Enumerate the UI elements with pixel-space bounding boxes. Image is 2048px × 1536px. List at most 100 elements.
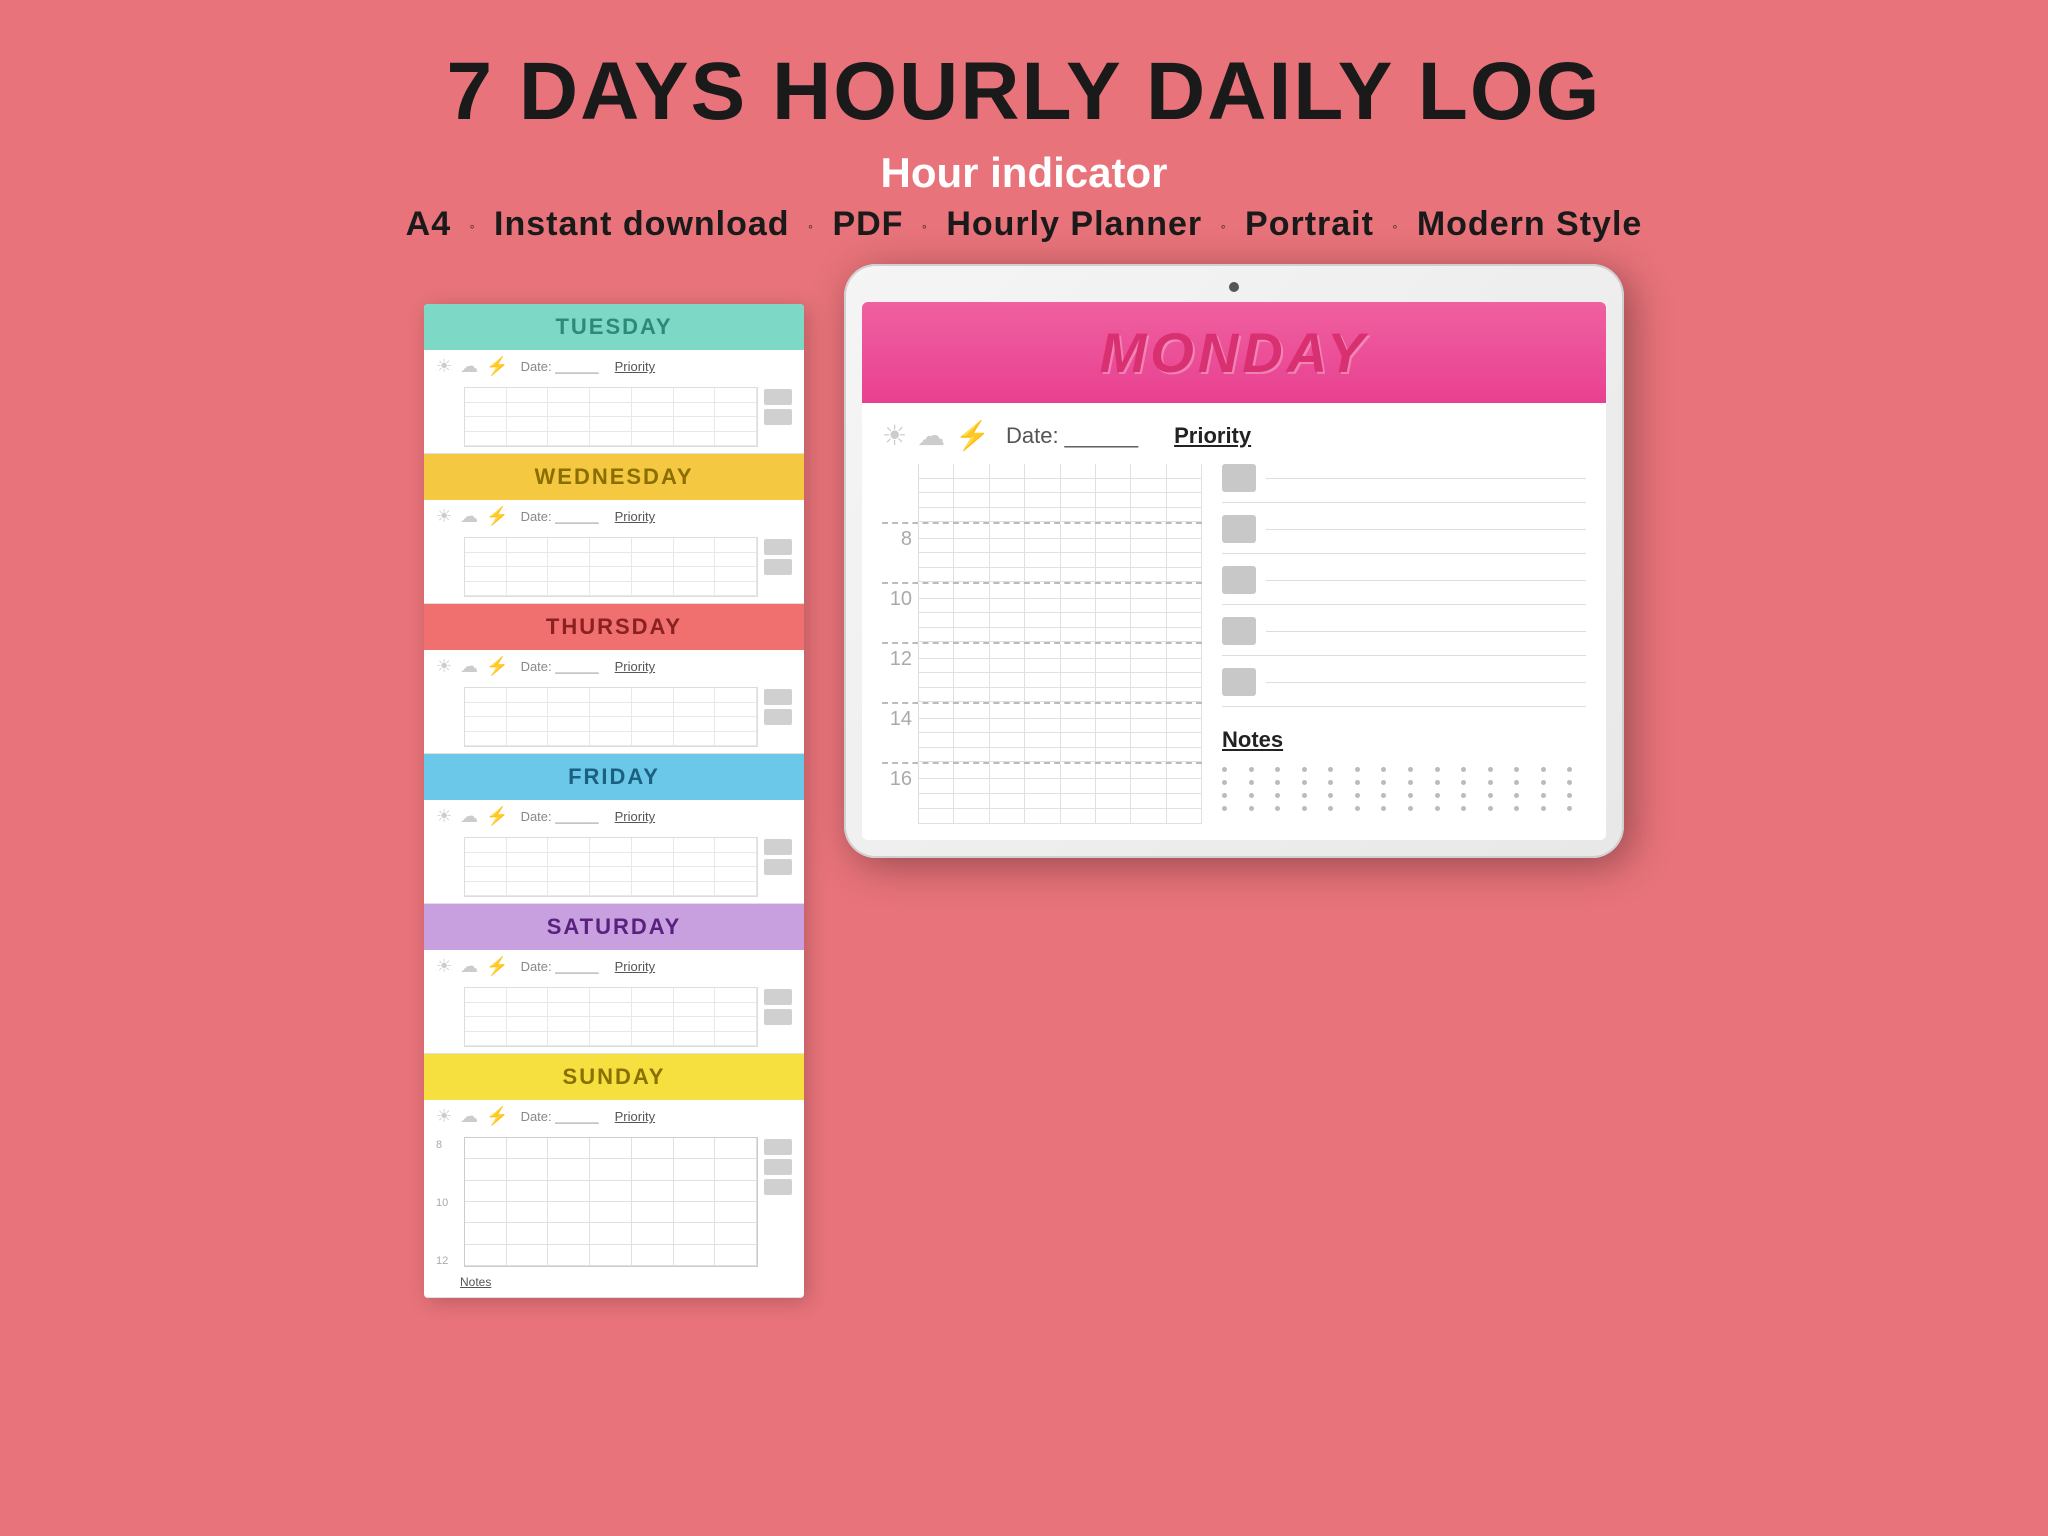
cell xyxy=(954,524,989,539)
cell xyxy=(919,659,954,674)
cell xyxy=(1131,748,1166,763)
cell xyxy=(715,867,757,882)
cell xyxy=(1167,779,1202,794)
cell xyxy=(1096,524,1131,539)
sunday-notes-label: Notes xyxy=(424,1273,804,1297)
dot xyxy=(1488,767,1493,772)
cell xyxy=(465,838,507,853)
cell xyxy=(465,988,507,1003)
cell xyxy=(590,703,632,718)
sun-icon: ☀ xyxy=(436,806,452,827)
cell xyxy=(548,732,590,747)
cell xyxy=(954,584,989,599)
priority-box xyxy=(764,389,792,405)
cell xyxy=(1096,673,1131,688)
hour-label-8: 8 xyxy=(882,524,918,582)
tuesday-meta: ☀ ☁ ⚡ Date: ______ Priority xyxy=(424,350,804,383)
thursday-priority: Priority xyxy=(615,659,655,674)
cell xyxy=(990,809,1025,824)
cell xyxy=(674,1223,716,1244)
cell xyxy=(715,988,757,1003)
cell xyxy=(715,567,757,582)
cell xyxy=(507,1017,549,1032)
monday-date-label: Date: ______ xyxy=(1006,423,1138,449)
cell xyxy=(465,417,507,432)
cell xyxy=(1167,809,1202,824)
cell xyxy=(990,568,1025,583)
cell xyxy=(632,1032,674,1047)
cell xyxy=(507,838,549,853)
friday-meta: ☀ ☁ ⚡ Date: ______ Priority xyxy=(424,800,804,833)
cell xyxy=(1061,704,1096,719)
cell xyxy=(632,1138,674,1159)
cell xyxy=(954,479,989,494)
cell xyxy=(954,748,989,763)
cell xyxy=(1025,524,1060,539)
dot xyxy=(1514,767,1519,772)
cell xyxy=(1096,748,1131,763)
cell xyxy=(1096,479,1131,494)
dot xyxy=(1222,780,1227,785)
cell xyxy=(465,703,507,718)
cell xyxy=(507,1159,549,1180)
friday-grid xyxy=(424,833,804,903)
notes-title: Notes xyxy=(1222,727,1586,753)
cell xyxy=(590,867,632,882)
cell xyxy=(1025,568,1060,583)
cell xyxy=(990,524,1025,539)
cell xyxy=(919,644,954,659)
tablet-screen: MONDAY ☀ ☁ ⚡ Date: ______ Priority xyxy=(862,302,1606,840)
cell xyxy=(990,673,1025,688)
dot xyxy=(1355,780,1360,785)
cell xyxy=(954,794,989,809)
cell xyxy=(990,584,1025,599)
cell xyxy=(548,582,590,597)
cell xyxy=(1025,779,1060,794)
priority-line xyxy=(1266,682,1586,683)
cell xyxy=(1061,479,1096,494)
cell xyxy=(919,493,954,508)
cell xyxy=(1061,809,1096,824)
cell xyxy=(1061,628,1096,643)
sun-icon: ☀ xyxy=(436,1106,452,1127)
cloud-icon: ☁ xyxy=(460,806,478,827)
cell xyxy=(632,867,674,882)
cell xyxy=(465,1138,507,1159)
cell xyxy=(1061,644,1096,659)
cell xyxy=(1025,599,1060,614)
cell xyxy=(1167,659,1202,674)
cell xyxy=(1025,539,1060,554)
cell xyxy=(919,794,954,809)
cell xyxy=(590,388,632,403)
cell xyxy=(1061,568,1096,583)
hour-cells xyxy=(918,464,1202,522)
dot xyxy=(1302,806,1307,811)
cell xyxy=(465,853,507,868)
hour-cells xyxy=(918,704,1202,762)
cell xyxy=(1025,628,1060,643)
cell xyxy=(1131,733,1166,748)
saturday-date: Date: ______ xyxy=(521,959,599,974)
tuesday-section: TUESDAY ☀ ☁ ⚡ Date: ______ Priority xyxy=(424,304,804,454)
cell xyxy=(632,1159,674,1180)
cell xyxy=(632,1017,674,1032)
tablet-camera xyxy=(1229,282,1239,292)
cell xyxy=(632,417,674,432)
thursday-grid xyxy=(424,683,804,753)
cell xyxy=(548,1245,590,1266)
cell xyxy=(674,553,716,568)
cell xyxy=(465,553,507,568)
cell xyxy=(954,464,989,479)
cell xyxy=(632,403,674,418)
cell xyxy=(919,733,954,748)
cell xyxy=(1167,748,1202,763)
dot xyxy=(1435,806,1440,811)
cell xyxy=(1167,628,1202,643)
friday-hour-grid xyxy=(464,837,758,897)
cell xyxy=(632,1003,674,1018)
lightning-icon: ⚡ xyxy=(486,506,508,527)
cloud-icon: ☁ xyxy=(460,356,478,377)
hour-10: 10 xyxy=(436,1197,458,1209)
dot xyxy=(1328,793,1333,798)
cell xyxy=(674,1159,716,1180)
